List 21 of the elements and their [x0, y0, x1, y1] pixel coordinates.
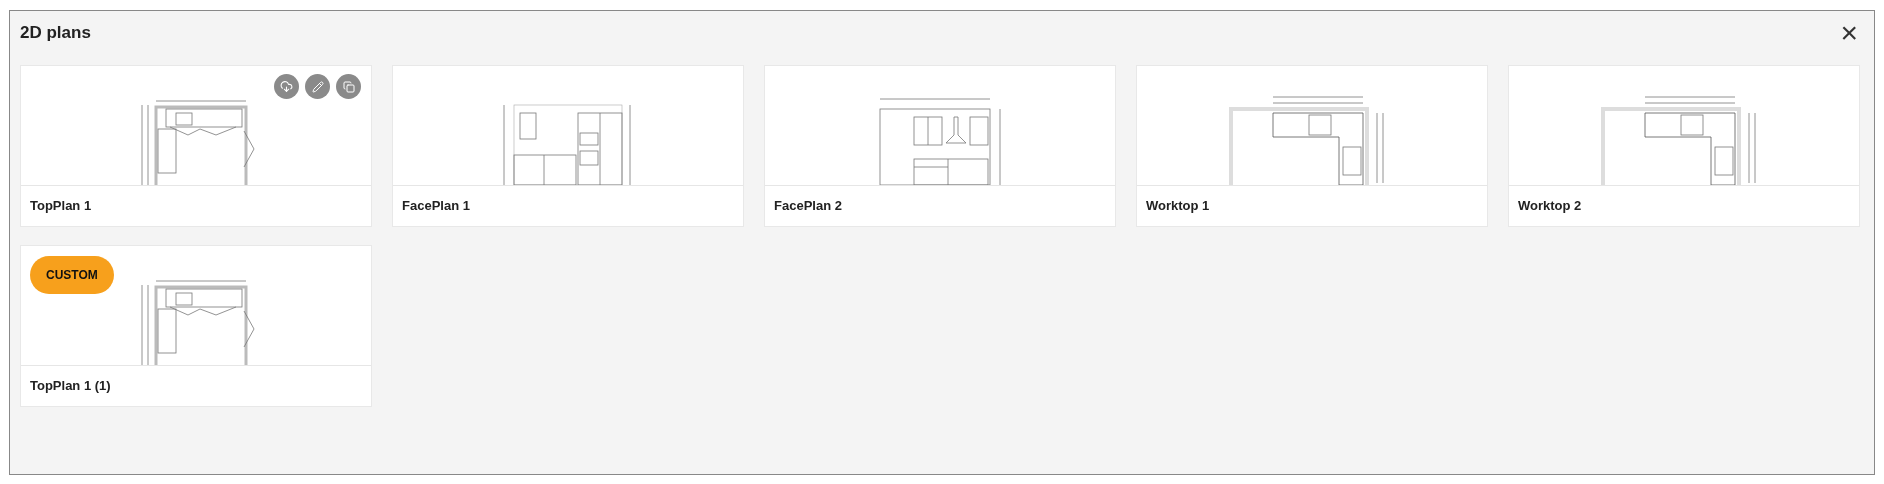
- plan-name: TopPlan 1: [30, 197, 92, 216]
- plan-card[interactable]: FacePlan 1: [392, 65, 744, 227]
- plan-name: FacePlan 2: [774, 197, 842, 216]
- custom-badge: CUSTOM: [30, 256, 114, 294]
- plan-card[interactable]: CUSTOM TopPlan 1 (1): [20, 245, 372, 407]
- plan-name: Worktop 2: [1518, 197, 1582, 216]
- close-button[interactable]: ×: [1840, 18, 1864, 48]
- dialog-title: 2D plans: [20, 22, 91, 45]
- plan-card[interactable]: Worktop 2: [1508, 65, 1860, 227]
- copy-button[interactable]: [336, 74, 361, 99]
- cloud-download-icon: [280, 80, 293, 93]
- plan-name: Worktop 1: [1146, 197, 1210, 216]
- plan-card[interactable]: Worktop 1: [1136, 65, 1488, 227]
- pencil-icon: [311, 80, 324, 93]
- plan-card[interactable]: FacePlan 2: [764, 65, 1116, 227]
- plan-name: FacePlan 1: [402, 197, 470, 216]
- edit-button[interactable]: [305, 74, 330, 99]
- plan-card[interactable]: TopPlan 1: [20, 65, 372, 227]
- plan-name: TopPlan 1 (1): [30, 377, 111, 396]
- copy-icon: [342, 80, 355, 93]
- download-button[interactable]: [274, 74, 299, 99]
